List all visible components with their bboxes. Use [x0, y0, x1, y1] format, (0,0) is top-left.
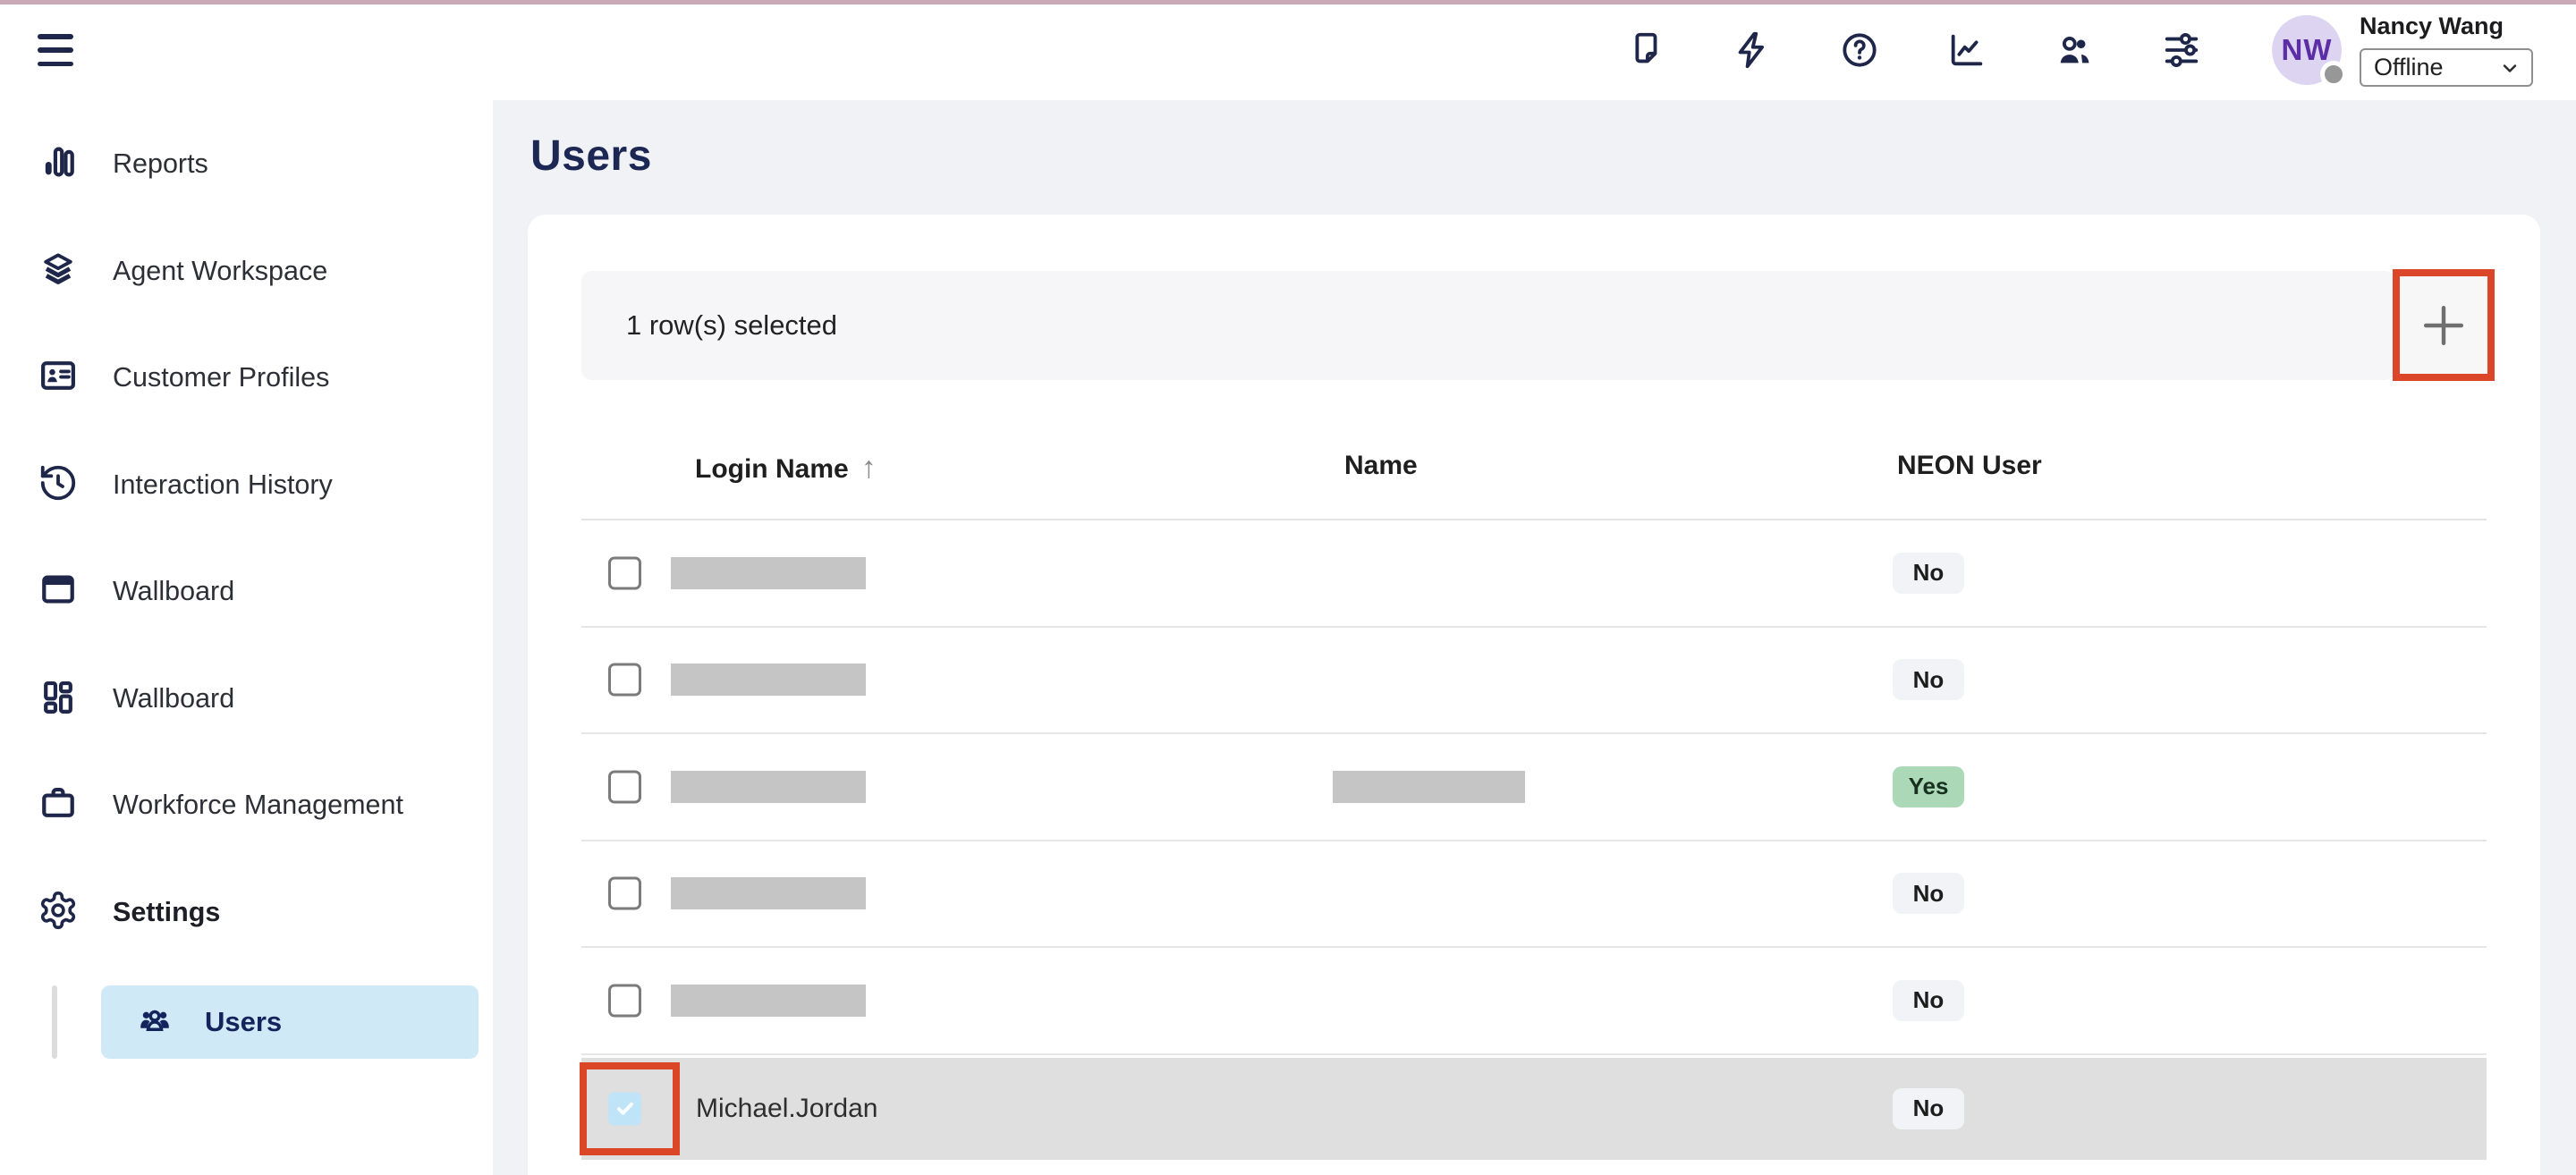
- analytics-icon[interactable]: [1946, 30, 1987, 71]
- redacted-login-bar: [671, 985, 866, 1017]
- sidebar-item-label: Agent Workspace: [113, 256, 327, 287]
- avatar-initials: NW: [2282, 33, 2333, 67]
- sidebar-item-customer-profiles[interactable]: Customer Profiles: [0, 325, 493, 432]
- column-header-neon-user[interactable]: NEON User: [1897, 451, 2042, 481]
- user-block: Nancy Wang Offline: [2360, 13, 2535, 87]
- status-select[interactable]: Offline: [2360, 48, 2533, 87]
- users-group-icon: [135, 1001, 174, 1044]
- row-checkbox[interactable]: [608, 664, 641, 697]
- sidebar-item-wallboard[interactable]: Wallboard: [0, 538, 493, 646]
- sidebar-item-label: Reports: [113, 148, 208, 180]
- table-row[interactable]: Yes: [581, 734, 2487, 841]
- user-name: Nancy Wang: [2360, 13, 2535, 40]
- redacted-login-bar: [671, 557, 866, 589]
- sidebar: Reports Agent Workspace Customer Profiles I…: [0, 100, 493, 1175]
- topbar-icon-group: [1624, 0, 2202, 100]
- sidebar-item-agent-workspace[interactable]: Agent Workspace: [0, 218, 493, 325]
- top-accent-strip: [0, 0, 2576, 4]
- hamburger-menu-icon[interactable]: [38, 30, 73, 71]
- selection-count-text: 1 row(s) selected: [626, 309, 837, 342]
- status-dot: [2320, 61, 2347, 88]
- page-title: Users: [530, 131, 652, 181]
- neon-user-badge: No: [1893, 873, 1964, 914]
- sidebar-item-label: Wallboard: [113, 576, 234, 607]
- sidebar-item-label: Users: [205, 1006, 282, 1038]
- row-checkbox[interactable]: [608, 984, 641, 1017]
- grid-icon: [38, 676, 79, 722]
- neon-user-badge: Yes: [1893, 766, 1964, 807]
- window-icon: [38, 569, 79, 614]
- sidebar-item-label: Interaction History: [113, 469, 333, 501]
- lightning-icon[interactable]: [1732, 30, 1773, 71]
- table-row[interactable]: No: [581, 628, 2487, 735]
- users-card: 1 row(s) selected Login Name↑ Name NEON …: [528, 215, 2540, 1175]
- chevron-down-icon: [2499, 57, 2521, 79]
- gear-icon: [38, 890, 79, 935]
- sub-item-indent-line: [52, 985, 57, 1059]
- sidebar-item-settings[interactable]: Settings: [0, 859, 493, 967]
- status-select-value: Offline: [2374, 54, 2444, 81]
- neon-user-badge: No: [1893, 553, 1964, 594]
- sidebar-item-label: Customer Profiles: [113, 362, 329, 393]
- sidebar-item-label: Settings: [113, 897, 220, 928]
- table-row[interactable]: No: [581, 841, 2487, 949]
- sidebar-item-wallboard[interactable]: Wallboard: [0, 646, 493, 753]
- neon-user-badge: No: [1893, 659, 1964, 700]
- plus-icon: [2419, 300, 2469, 351]
- selection-bar: 1 row(s) selected: [581, 271, 2395, 380]
- sidebar-item-label: Workforce Management: [113, 790, 403, 821]
- reports-icon: [38, 141, 79, 187]
- row-checkbox[interactable]: [608, 770, 641, 803]
- row-checkbox[interactable]: [608, 556, 641, 589]
- redacted-name-bar: [1333, 771, 1525, 803]
- neon-user-badge: No: [1893, 1088, 1964, 1129]
- column-header-login-name[interactable]: Login Name↑: [695, 451, 877, 486]
- sidebar-item-interaction-history[interactable]: Interaction History: [0, 432, 493, 539]
- notes-icon[interactable]: [1624, 30, 1665, 71]
- preferences-icon[interactable]: [2161, 30, 2202, 71]
- add-user-button[interactable]: [2393, 269, 2495, 381]
- login-name-text: Michael.Jordan: [696, 1094, 877, 1124]
- id-card-icon: [38, 355, 79, 401]
- help-icon[interactable]: [1839, 30, 1880, 71]
- briefcase-icon: [38, 782, 79, 828]
- sidebar-item-workforce-management[interactable]: Workforce Management: [0, 752, 493, 859]
- avatar[interactable]: NW: [2272, 15, 2342, 85]
- sort-ascending-icon[interactable]: ↑: [861, 451, 877, 485]
- row-checkbox[interactable]: [608, 877, 641, 910]
- topbar: NW Nancy Wang Offline: [0, 0, 2576, 100]
- redacted-login-bar: [671, 664, 866, 696]
- table-row[interactable]: No: [581, 520, 2487, 628]
- annotation-highlight-checkbox: [580, 1062, 680, 1155]
- redacted-login-bar: [671, 877, 866, 909]
- column-header-name[interactable]: Name: [1344, 451, 1418, 481]
- users-table: Login Name↑ Name NEON User NoNoYesNoNoMi…: [581, 410, 2487, 1160]
- table-header: Login Name↑ Name NEON User: [581, 410, 2487, 520]
- history-icon: [38, 462, 79, 508]
- sidebar-item-reports[interactable]: Reports: [0, 111, 493, 218]
- table-row[interactable]: Michael.Jordan No: [581, 1058, 2487, 1160]
- sidebar-item-label: Wallboard: [113, 683, 234, 714]
- sidebar-item-users[interactable]: Users: [101, 985, 479, 1059]
- layers-icon: [38, 249, 79, 294]
- table-row[interactable]: No: [581, 948, 2487, 1055]
- redacted-login-bar: [671, 771, 866, 803]
- neon-user-badge: No: [1893, 980, 1964, 1021]
- contacts-icon[interactable]: [2054, 30, 2095, 71]
